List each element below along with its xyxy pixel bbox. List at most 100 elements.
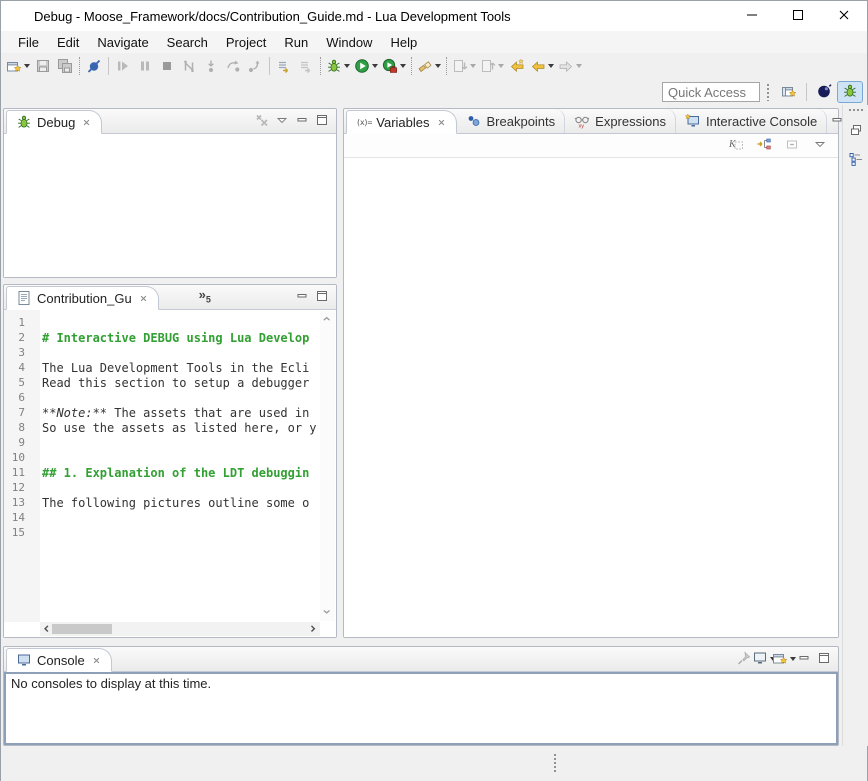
collapse-all-button[interactable] [782,136,802,156]
close-icon[interactable] [138,293,149,304]
dropdown-arrow-icon[interactable] [498,64,504,68]
display-selected-console-button[interactable] [754,649,774,669]
tab-label: Interactive Console [706,114,817,129]
maximize-window-button[interactable] [775,1,821,31]
editor-horizontal-scrollbar[interactable] [40,622,320,636]
step-into-button[interactable] [200,55,222,77]
resume-icon [115,58,131,74]
line-text: # Interactive DEBUG using Lua Develop [34,331,309,345]
view-menu-button[interactable] [272,111,292,131]
tab-expressions[interactable]: xyExpressions [565,109,676,133]
forward-icon [558,58,574,74]
dropdown-arrow-icon[interactable] [435,64,441,68]
debug-perspective-button[interactable] [837,81,863,103]
terminate-button[interactable] [156,55,178,77]
line-number: 13 [4,496,34,509]
console-body[interactable]: No consoles to display at this time. [4,672,838,745]
editor-line: 2# Interactive DEBUG using Lua Develop [4,330,320,345]
menu-window[interactable]: Window [317,33,381,52]
scroll-up-icon[interactable] [321,313,335,327]
menu-project[interactable]: Project [217,33,275,52]
minimize-view-button[interactable] [292,111,312,131]
open-console-icon [772,650,788,669]
scroll-right-icon[interactable] [306,622,320,636]
editor-content[interactable]: 12# Interactive DEBUG using Lua Develop3… [4,315,320,540]
previous-annotation-button[interactable] [478,55,506,77]
tab-breakpoints[interactable]: Breakpoints [457,109,566,133]
external-tools-button[interactable] [380,55,408,77]
step-over-button[interactable] [222,55,244,77]
scroll-down-icon[interactable] [321,605,335,619]
dropdown-arrow-icon[interactable] [548,64,554,68]
quick-access-input[interactable] [662,82,760,102]
svg-text:K: K [728,139,737,150]
perspective-bar-drag-handle[interactable] [766,83,770,101]
menu-file[interactable]: File [9,33,48,52]
open-perspective-button[interactable] [776,81,802,103]
menu-run[interactable]: Run [275,33,317,52]
dropdown-arrow-icon[interactable] [372,64,378,68]
menu-search[interactable]: Search [158,33,217,52]
perspective-separator [806,83,807,101]
text-file-icon [16,290,32,306]
dropdown-arrow-icon[interactable] [470,64,476,68]
maximize-view-button[interactable] [312,287,332,307]
show-type-names-button[interactable]: K [726,136,746,156]
dropdown-arrow-icon[interactable] [24,64,30,68]
close-window-button[interactable] [821,1,867,31]
minimize-window-button[interactable] [729,1,775,31]
step-return-button[interactable] [244,55,266,77]
open-console-button[interactable] [774,649,794,669]
tab-variables[interactable]: (x)=Variables [346,110,457,134]
save-all-button[interactable] [54,55,76,77]
next-annotation-button[interactable] [450,55,478,77]
pin-console-button[interactable] [734,649,754,669]
tab-contribution-guide[interactable]: Contribution_Gu [6,286,159,310]
new-wizard-button[interactable] [4,55,32,77]
use-step-filters-button[interactable] [295,55,317,77]
view-menu-button[interactable] [810,136,830,156]
menu-edit[interactable]: Edit [48,33,88,52]
tab-debug[interactable]: Debug [6,110,102,134]
scrollbar-thumb[interactable] [52,624,112,634]
remove-all-terminated-button[interactable] [252,111,272,131]
editor-vertical-scrollbar[interactable] [320,311,335,621]
last-edit-location-button[interactable] [506,55,528,77]
editor-body[interactable]: 12# Interactive DEBUG using Lua Develop3… [4,310,336,637]
close-icon[interactable] [436,117,447,128]
dropdown-arrow-icon[interactable] [344,64,350,68]
show-logical-structures-button[interactable] [754,136,774,156]
close-icon[interactable] [91,655,102,666]
save-button[interactable] [32,55,54,77]
minimize-view-button[interactable] [794,649,814,669]
menu-help[interactable]: Help [381,33,426,52]
menu-navigate[interactable]: Navigate [88,33,157,52]
tab-interactive-console[interactable]: Interactive Console [676,109,827,133]
show-logical-structures-icon [756,136,772,155]
resume-button[interactable] [112,55,134,77]
close-icon[interactable] [81,117,92,128]
hidden-editors-chevron[interactable]: »5 [199,287,211,305]
trim-drag-handle[interactable] [848,108,864,112]
drop-to-frame-button[interactable] [273,55,295,77]
lua-perspective-button[interactable] [811,81,837,103]
back-button[interactable] [528,55,556,77]
quick-access-row [1,79,867,105]
suspend-button[interactable] [134,55,156,77]
debug-button[interactable] [324,55,352,77]
outline-view-button[interactable] [846,150,866,170]
status-bar-drag-handle[interactable] [553,753,557,773]
dropdown-arrow-icon[interactable] [400,64,406,68]
forward-button[interactable] [556,55,584,77]
search-flashlight-button[interactable] [415,55,443,77]
restore-view-button[interactable] [846,121,866,141]
skip-all-breakpoints-button[interactable] [83,55,105,77]
maximize-view-button[interactable] [312,111,332,131]
disconnect-button[interactable] [178,55,200,77]
run-button[interactable] [352,55,380,77]
tab-console[interactable]: Console [6,648,112,672]
minimize-view-button[interactable] [292,287,312,307]
maximize-view-button[interactable] [814,649,834,669]
editor-line: 10 [4,450,320,465]
dropdown-arrow-icon[interactable] [576,64,582,68]
